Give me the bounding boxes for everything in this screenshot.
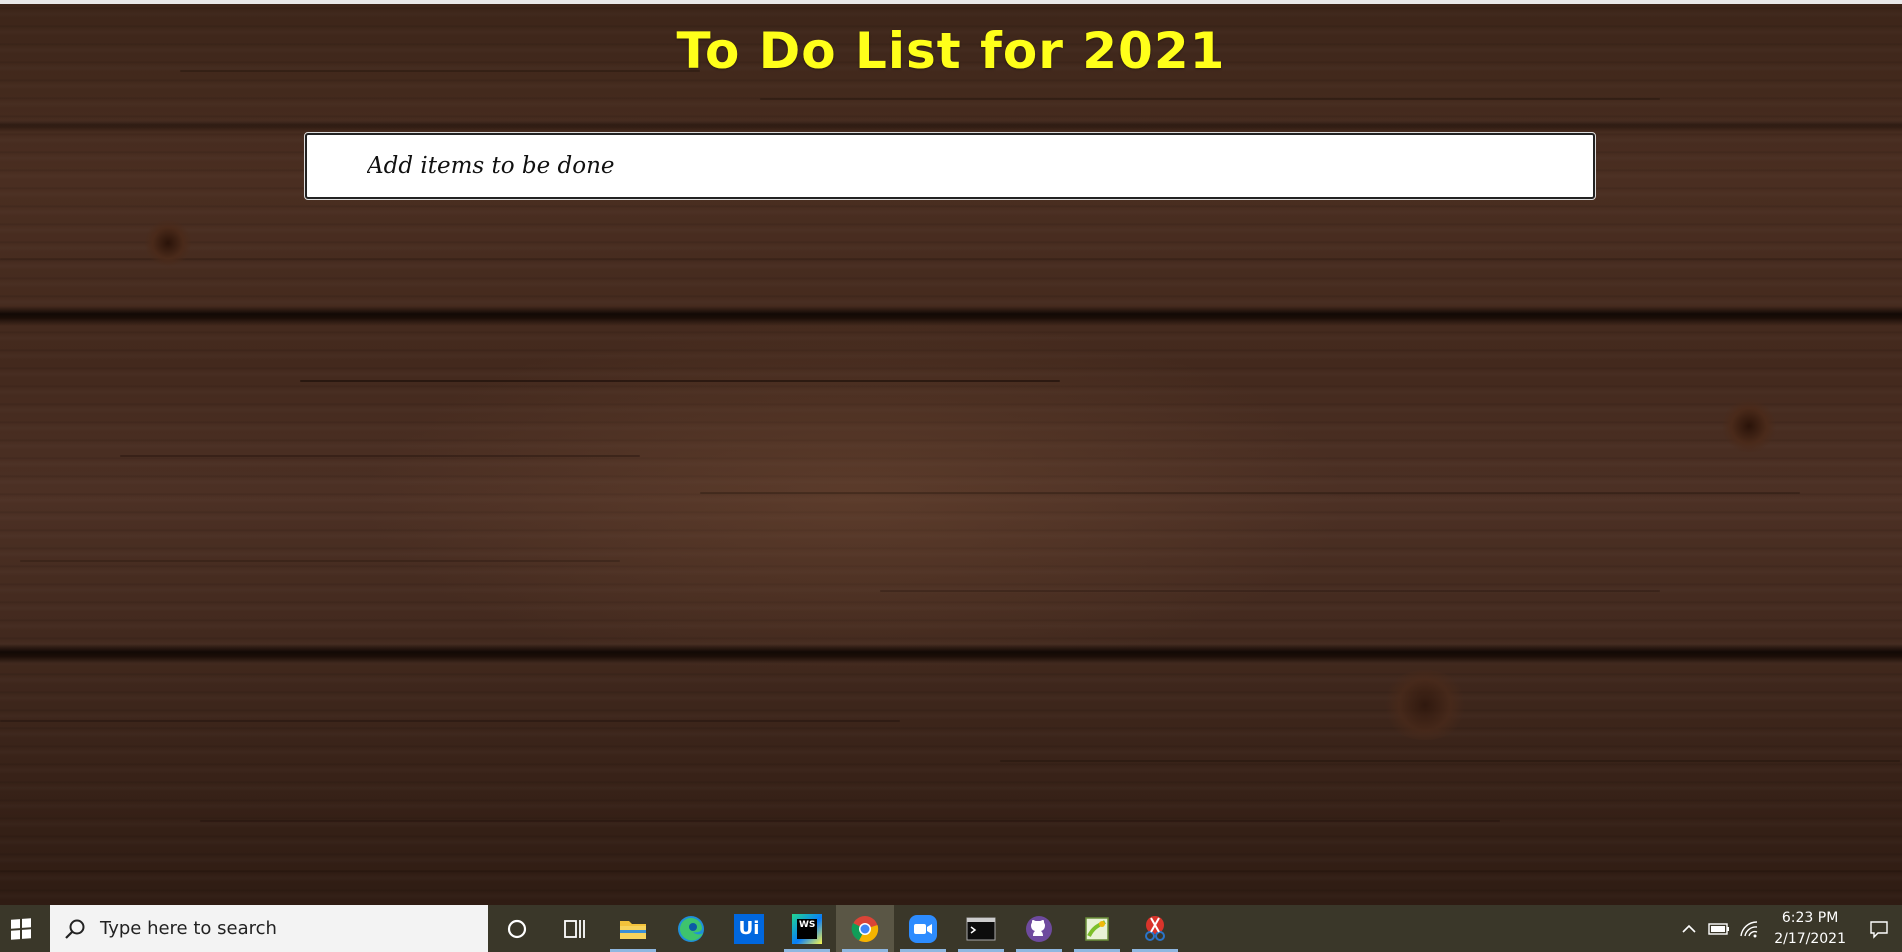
windows-taskbar: Type here to search Ui WS 6:23 PM 2/17/2… <box>0 905 1902 952</box>
page-title: To Do List for 2021 <box>676 22 1226 80</box>
edge-icon <box>678 915 704 942</box>
github-desktop-button[interactable] <box>1010 905 1068 952</box>
search-placeholder: Type here to search <box>100 918 277 939</box>
file-explorer-button[interactable] <box>604 905 662 952</box>
task-view-icon <box>564 919 585 938</box>
webstorm-icon: WS <box>792 913 822 944</box>
action-center-button[interactable] <box>1856 905 1902 952</box>
notepad-plus-icon <box>1085 916 1109 941</box>
add-todo-input[interactable] <box>304 132 1596 200</box>
zoom-icon <box>909 914 937 943</box>
edge-button[interactable] <box>662 905 720 952</box>
webstorm-button[interactable]: WS <box>778 905 836 952</box>
terminal-icon <box>966 917 996 940</box>
show-hidden-icons-button[interactable] <box>1674 905 1704 952</box>
network-button[interactable] <box>1734 905 1764 952</box>
folder-icon <box>620 920 646 939</box>
chrome-icon <box>851 915 879 942</box>
notification-icon <box>1870 920 1888 939</box>
task-view-button[interactable] <box>546 905 604 952</box>
terminal-button[interactable] <box>952 905 1010 952</box>
search-icon <box>65 919 85 939</box>
taskbar-clock[interactable]: 6:23 PM 2/17/2021 <box>1764 908 1856 950</box>
github-icon <box>1026 915 1052 942</box>
battery-icon <box>1708 922 1730 935</box>
clock-time: 6:23 PM <box>1781 909 1839 926</box>
clock-date: 2/17/2021 <box>1774 930 1846 947</box>
start-button[interactable] <box>0 905 42 952</box>
battery-button[interactable] <box>1704 905 1734 952</box>
notepad-plus-button[interactable] <box>1068 905 1126 952</box>
circle-icon <box>507 919 527 938</box>
uipath-icon: Ui <box>734 913 764 944</box>
snipping-tool-button[interactable] <box>1126 905 1184 952</box>
wifi-icon <box>1740 920 1758 937</box>
chevron-up-icon <box>1682 924 1696 933</box>
scissors-icon <box>1145 915 1165 941</box>
windows-logo-icon <box>11 917 31 940</box>
taskbar-search-box[interactable]: Type here to search <box>50 905 488 952</box>
chrome-button[interactable] <box>836 905 894 952</box>
system-tray: 6:23 PM 2/17/2021 <box>1674 905 1902 952</box>
zoom-button[interactable] <box>894 905 952 952</box>
window-top-edge <box>0 0 1902 4</box>
cortana-button[interactable] <box>488 905 546 952</box>
uipath-button[interactable]: Ui <box>720 905 778 952</box>
